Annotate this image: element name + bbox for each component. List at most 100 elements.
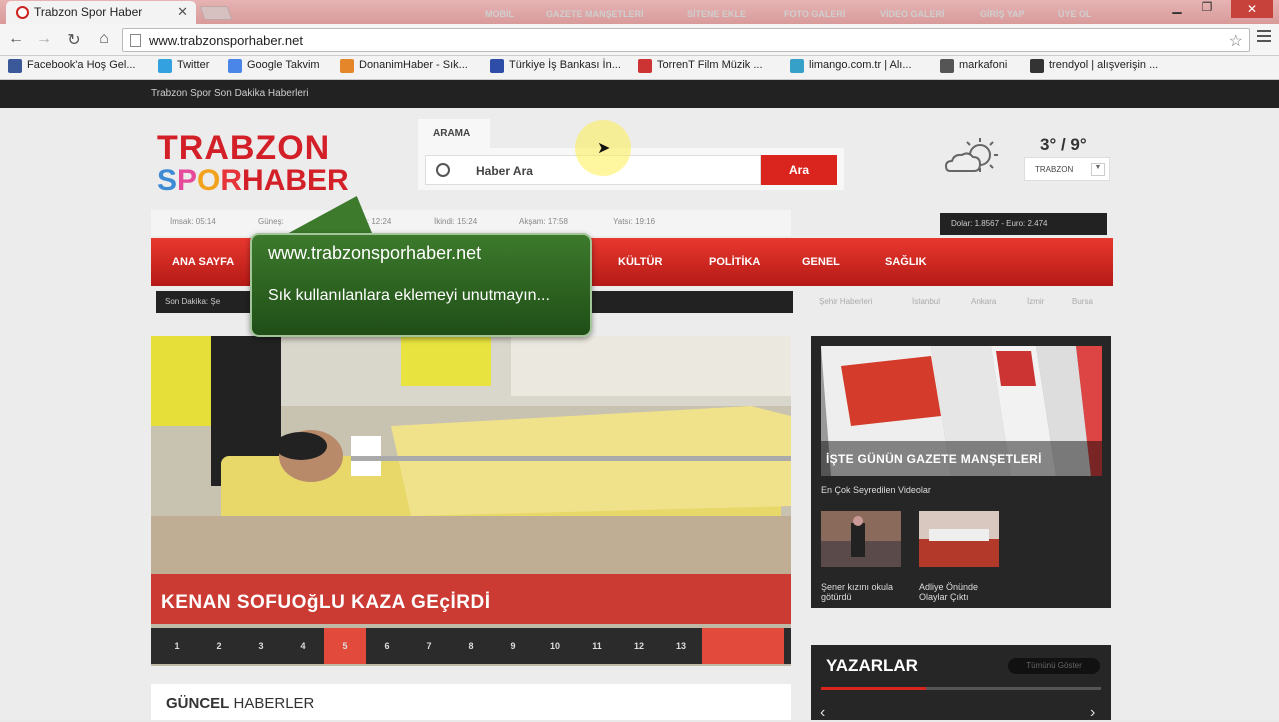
slider-page-button[interactable]: 4 [282, 628, 324, 664]
overlay-url: www.trabzonsporhaber.net [268, 243, 482, 263]
slider-page-button[interactable]: 11 [576, 628, 618, 664]
prayer-time: Güneş: [258, 217, 284, 226]
city-link[interactable]: Ankara [971, 297, 996, 306]
search-tab[interactable]: ARAMA [418, 119, 490, 149]
back-icon[interactable]: ← [6, 30, 26, 48]
reload-icon[interactable]: ↻ [64, 30, 84, 50]
bookmark-item[interactable]: trendyol | alışverişin ... [1030, 59, 1158, 73]
topnav-item[interactable]: SİTENE EKLE [687, 9, 746, 19]
bookmark-favicon-icon [340, 59, 354, 73]
temperature: 3° / 9° [1040, 135, 1087, 154]
slider-page-button[interactable]: 10 [534, 628, 576, 664]
topnav-item[interactable]: MOBİL [485, 9, 514, 19]
mainnav-item[interactable]: POLİTİKA [709, 256, 760, 268]
bookmark-favicon-icon [228, 59, 242, 73]
bookmark-item[interactable]: Twitter [158, 59, 209, 73]
mainnav-item[interactable]: GENEL [802, 256, 840, 268]
bookmark-item[interactable]: Türkiye İş Bankası İn... [490, 59, 621, 73]
guncel-haberler-title: GÜNCEL HABERLER [166, 695, 315, 712]
slider-page-button[interactable]: 6 [366, 628, 408, 664]
forward-icon[interactable]: → [34, 30, 54, 48]
bookmark-favicon-icon [8, 59, 22, 73]
slider-page-button[interactable]: 9 [492, 628, 534, 664]
mouse-cursor-icon: ➤ [597, 140, 611, 157]
bookmark-favicon-icon [940, 59, 954, 73]
slider-page-button[interactable]: 13 [660, 628, 702, 664]
slider-page-button[interactable]: 8 [450, 628, 492, 664]
overlay-message: Sık kullanılanlara eklemeyi unutmayın... [268, 287, 550, 304]
pager-end [702, 628, 784, 664]
bookmark-favicon-icon [638, 59, 652, 73]
video-caption-2[interactable]: Adliye Önünde Olaylar Çıktı [919, 582, 1009, 602]
topnav-item[interactable]: GAZETE MANŞETLERİ [546, 9, 644, 19]
chevron-down-icon: ▼ [1091, 163, 1105, 176]
mainnav-item[interactable]: KÜLTÜR [618, 256, 662, 268]
bookmark-favicon-icon [790, 59, 804, 73]
bookmark-favicon-icon [1030, 59, 1044, 73]
slider-page-button[interactable]: 7 [408, 628, 450, 664]
logo-line1: TRABZON [157, 129, 331, 167]
city-link[interactable]: Bursa [1072, 297, 1093, 306]
show-all-button[interactable]: Tümünü Göster [1008, 658, 1100, 674]
city-link[interactable]: İstanbul [912, 297, 940, 306]
video-thumbnail-2[interactable] [919, 511, 999, 567]
site-logo[interactable]: TRABZON SPORHABER [157, 129, 349, 200]
search-icon [436, 163, 450, 177]
bookmark-item[interactable]: Facebook'a Hoş Gel... [8, 59, 136, 73]
slider-page-button[interactable]: 3 [240, 628, 282, 664]
slider-page-button[interactable]: 2 [198, 628, 240, 664]
bookmarks-bar: Facebook'a Hoş Gel... Twitter Google Takvi… [0, 56, 1279, 80]
prayer-time: İmsak: 05:14 [170, 217, 216, 226]
chevron-right-icon[interactable]: › [1090, 704, 1095, 722]
slider-page-button[interactable]: 1 [156, 628, 198, 664]
city-select[interactable]: TRABZON ▼ [1024, 157, 1110, 181]
bookmark-item[interactable]: Google Takvim [228, 59, 320, 73]
site-favicon-icon [16, 6, 29, 19]
bookmark-star-icon[interactable]: ☆ [1229, 31, 1243, 51]
yazarlar-title: YAZARLAR [826, 656, 918, 675]
currency-rates: Dolar: 1.8567 - Euro: 2.474 [940, 213, 1107, 235]
chrome-menu-icon[interactable] [1257, 30, 1271, 42]
video-thumbnail-1[interactable] [821, 511, 901, 567]
logo-line2: SPORHABER [157, 164, 349, 197]
bookmark-favicon-icon [158, 59, 172, 73]
tab-title: Trabzon Spor Haber [34, 5, 143, 19]
topnav-item[interactable]: GİRİŞ YAP [980, 9, 1025, 19]
minimize-icon[interactable]: ▁ [1163, 0, 1191, 14]
gazete-title[interactable]: İŞTE GÜNÜN GAZETE MANŞETLERİ [826, 452, 1042, 466]
bookmark-item[interactable]: TorrenT Film Müzik ... [638, 59, 763, 73]
page-icon [130, 34, 141, 47]
browser-tab[interactable]: Trabzon Spor Haber ✕ [6, 1, 196, 24]
topnav-item[interactable]: VİDEO GALERİ [880, 9, 945, 19]
slider-page-button[interactable]: 12 [618, 628, 660, 664]
mainnav-item[interactable]: ANA SAYFA [172, 256, 234, 268]
tab-close-icon[interactable]: ✕ [177, 4, 188, 20]
video-caption-1[interactable]: Şener kızını okula götürdü [821, 582, 911, 602]
prayer-time: İkindi: 15:24 [434, 217, 478, 226]
site-topbar: Trabzon Spor Son Dakika Haberleri [0, 80, 1279, 108]
chevron-left-icon[interactable]: ‹ [820, 704, 825, 722]
url-text: www.trabzonsporhaber.net [149, 33, 303, 48]
new-tab-button[interactable] [199, 6, 233, 20]
partly-cloudy-icon [944, 138, 998, 172]
prayer-time: Yatsı: 19:16 [613, 217, 656, 226]
prayer-time: Akşam: 17:58 [519, 217, 568, 226]
bookmark-item[interactable]: limango.com.tr | Alı... [790, 59, 912, 73]
topnav-item[interactable]: FOTO GALERİ [784, 9, 845, 19]
address-bar[interactable]: www.trabzonsporhaber.net ☆ [122, 28, 1250, 52]
yazarlar-divider [821, 687, 1101, 690]
bookmark-item[interactable]: DonanimHaber - Sık... [340, 59, 468, 73]
home-icon[interactable]: ⌂ [94, 30, 114, 48]
city-link[interactable]: İzmir [1027, 297, 1044, 306]
mainnav-item[interactable]: SAĞLIK [885, 256, 927, 268]
slider-title[interactable]: KENAN SOFUOğLU KAZA GEçİRDİ [161, 592, 490, 614]
browser-toolbar: ← → ↻ ⌂ www.trabzonsporhaber.net ☆ [0, 24, 1279, 56]
bookmark-favicon-icon [490, 59, 504, 73]
slider-page-button[interactable]: 5 [324, 628, 366, 664]
maximize-icon[interactable]: ❐ [1193, 0, 1221, 14]
window-close-icon[interactable]: ✕ [1231, 0, 1273, 18]
search-button[interactable]: Ara [761, 155, 837, 185]
bookmark-item[interactable]: markafoni [940, 59, 1007, 73]
city-link[interactable]: Şehir Haberleri [819, 297, 872, 306]
topnav-item[interactable]: ÜYE OL [1058, 9, 1092, 19]
